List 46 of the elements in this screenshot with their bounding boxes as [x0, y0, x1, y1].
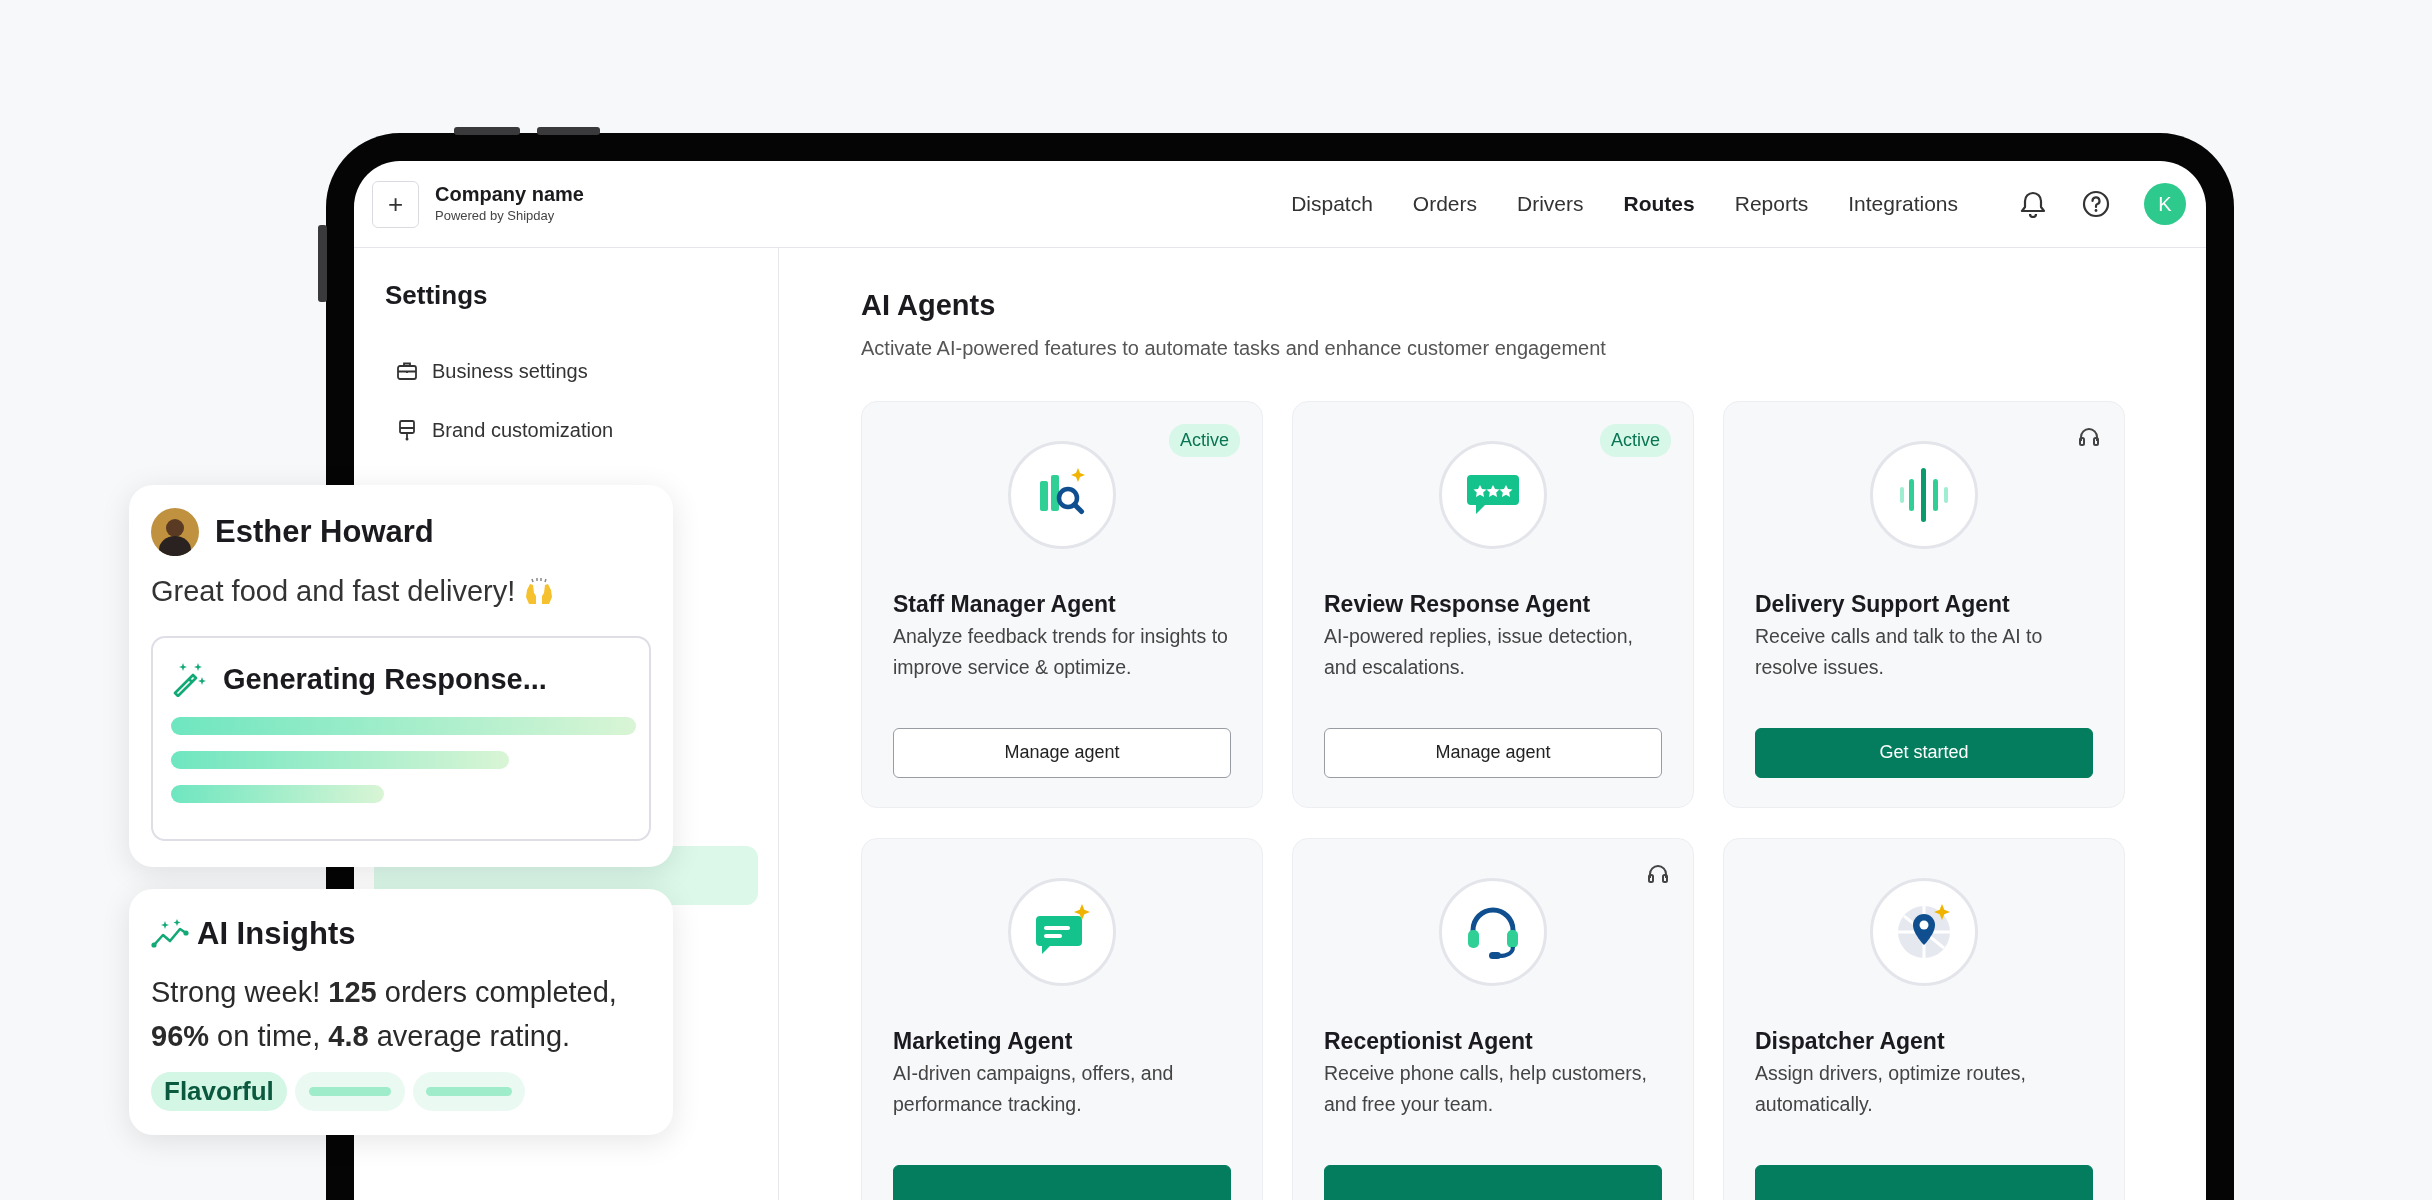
nav-link[interactable]: Drivers: [1517, 188, 1584, 220]
agent-title: Dispatcher Agent: [1755, 1026, 1946, 1056]
bell-icon[interactable]: [2020, 190, 2046, 218]
nav-link[interactable]: Reports: [1734, 188, 1809, 220]
nav-link[interactable]: Integrations: [1848, 188, 1958, 220]
generating-status: Generating Response...: [223, 661, 547, 697]
agent-description: AI-driven campaigns, offers, and performance tracking.: [893, 1060, 1175, 1117]
sidebar-item[interactable]: Brand customization: [374, 400, 758, 459]
powered-by-text: Powered by Shipday: [435, 207, 556, 226]
get-started-button[interactable]: Get started: [1755, 727, 2093, 778]
manage-agent-button[interactable]: Manage agent: [893, 727, 1231, 778]
nav-link[interactable]: Routes: [1623, 188, 1695, 220]
manage-agent-button[interactable]: Manage agent: [1324, 727, 1662, 778]
agent-title: Marketing Agent: [893, 1026, 1074, 1056]
nav-link[interactable]: Orders: [1412, 188, 1478, 220]
company-name: Company name: [435, 182, 584, 207]
nav-link[interactable]: Dispatch: [1291, 188, 1373, 220]
get-started-button[interactable]: [1755, 1164, 2093, 1200]
sidebar-title: Settings: [384, 279, 489, 312]
agent-title: Staff Manager Agent: [893, 589, 1117, 619]
agent-description: Receive calls and talk to the AI to resolve issues.: [1755, 623, 2044, 680]
agent-description: Assign drivers, optimize routes, automatically.: [1755, 1060, 2027, 1117]
insights-title: AI Insights: [197, 915, 356, 953]
agent-title: Delivery Support Agent: [1755, 589, 2011, 619]
agent-description: AI-powered replies, issue detection, and escalations.: [1324, 623, 1634, 680]
agent-title: Receptionist Agent: [1324, 1026, 1534, 1056]
reviewer-name: Esther Howard: [215, 512, 434, 551]
avatar-icon: [151, 508, 199, 556]
trend-sparkle-icon: [151, 919, 189, 950]
add-button[interactable]: +: [372, 180, 419, 228]
agent-description: Receive phone calls, help customers, and free your team.: [1324, 1060, 1648, 1117]
get-started-button[interactable]: [893, 1164, 1231, 1200]
tag-chip: Flavorful: [151, 1071, 287, 1111]
status-badge: Active: [1168, 423, 1240, 457]
magic-wand-icon: [171, 661, 207, 698]
page-title: AI Agents: [861, 288, 997, 323]
page-subtitle: Activate AI-powered features to automate tasks and enhance customer engagement: [861, 335, 1607, 361]
sidebar-item[interactable]: Business settings: [374, 341, 758, 400]
review-message: Great food and fast delivery!: [151, 574, 516, 609]
agent-title: Review Response Agent: [1324, 589, 1592, 619]
help-icon[interactable]: [2082, 190, 2110, 218]
insights-text: Strong week! 125 orders completed, 96% on time, 4.8 average rating.: [151, 974, 618, 1054]
get-started-button[interactable]: [1324, 1164, 1662, 1200]
easel-icon: [396, 418, 418, 441]
status-badge: Active: [1599, 423, 1671, 457]
agent-description: Analyze feedback trends for insights to improve service & optimize.: [893, 623, 1229, 680]
